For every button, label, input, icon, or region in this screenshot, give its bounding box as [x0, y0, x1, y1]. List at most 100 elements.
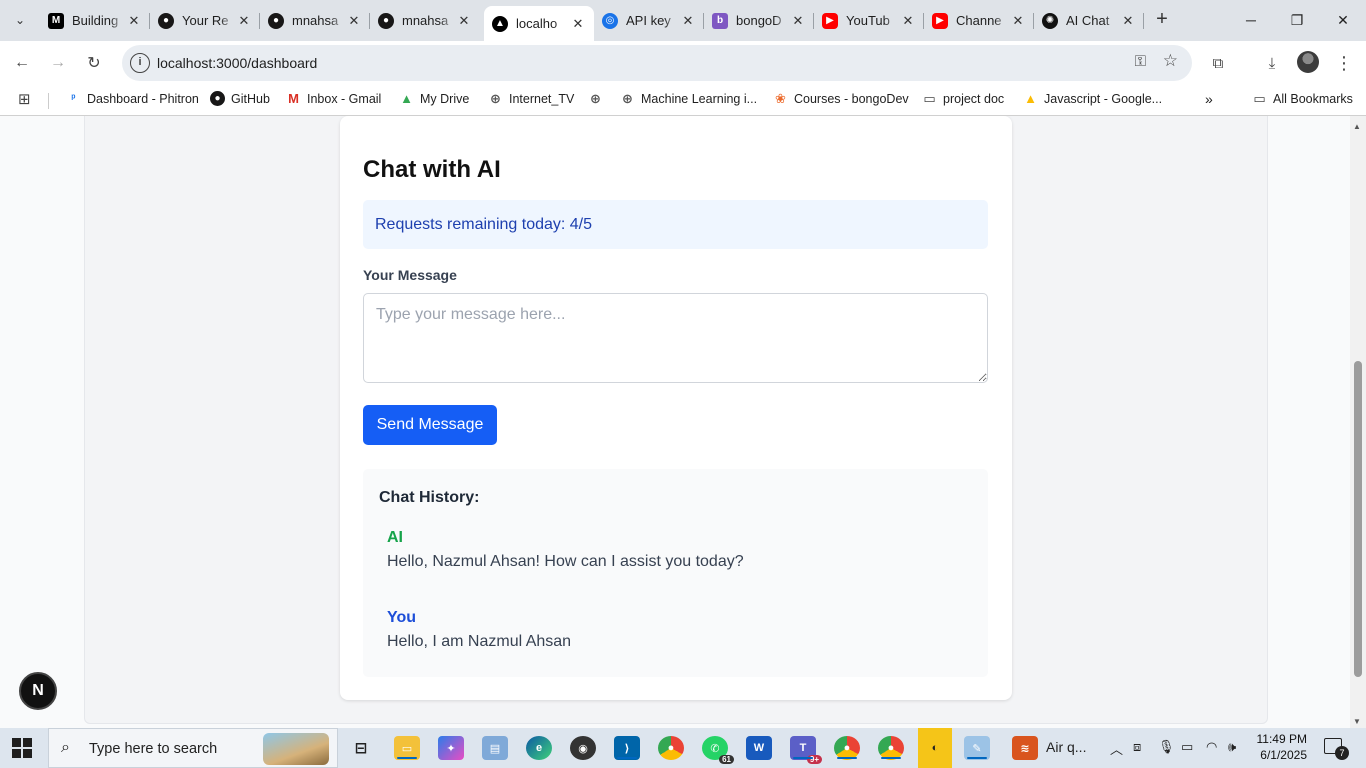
- gmail-icon: M: [288, 91, 299, 106]
- file-explorer-icon[interactable]: ▭: [394, 736, 420, 760]
- drive-icon: ▲: [1024, 91, 1037, 106]
- taskbar-clock[interactable]: 11:49 PM 6/1/2025: [1255, 731, 1307, 763]
- tab-title: YouTub: [846, 13, 890, 28]
- tab-mnahsan-2[interactable]: ● mnahsa ✕: [370, 6, 480, 35]
- tab-channel[interactable]: ▶ Channe ✕: [924, 6, 1034, 35]
- tray-chevron-up-icon[interactable]: ︿: [1110, 739, 1123, 758]
- minimize-icon[interactable]: ─: [1228, 0, 1274, 40]
- bookmark-machine-learning[interactable]: ⊕ Machine Learning i...: [620, 91, 757, 106]
- reload-icon[interactable]: ↻: [80, 49, 108, 77]
- chrome-icon[interactable]: ●: [658, 736, 684, 760]
- bookmark-label: Javascript - Google...: [1044, 91, 1163, 106]
- air-quality-icon[interactable]: ≋: [1012, 736, 1038, 760]
- close-icon[interactable]: ✕: [126, 13, 142, 29]
- bongodev-icon: ❀: [775, 90, 786, 106]
- tab-title: AI Chat: [1066, 13, 1110, 28]
- tab-ai-chat[interactable]: ✺ AI Chat ✕: [1034, 6, 1144, 35]
- battery-icon[interactable]: ▭: [1181, 739, 1193, 755]
- page-scrollbar[interactable]: ▲ ▼: [1350, 116, 1366, 728]
- pinned-app-active-icon[interactable]: ◐: [918, 728, 952, 768]
- close-icon[interactable]: ✕: [1010, 13, 1026, 29]
- scroll-down-arrow-icon[interactable]: ▼: [1353, 717, 1361, 726]
- youtube-icon: ▶: [932, 12, 948, 29]
- tab-search-chevron-icon[interactable]: ⌄: [6, 6, 34, 34]
- taskbar-search[interactable]: ⌕ Type here to search: [48, 728, 338, 768]
- close-icon[interactable]: ✕: [900, 13, 916, 29]
- profile-avatar[interactable]: [1297, 51, 1319, 73]
- menu-kebab-icon[interactable]: ⋮: [1330, 49, 1358, 77]
- app-icon[interactable]: ▤: [482, 736, 508, 760]
- bookmark-my-drive[interactable]: ▲ My Drive: [399, 91, 469, 106]
- folder-icon: ▭: [923, 90, 936, 106]
- wifi-icon[interactable]: ◠: [1206, 739, 1217, 755]
- bookmark-label: Internet_TV: [509, 91, 575, 106]
- word-icon[interactable]: W: [746, 736, 772, 760]
- copilot-icon[interactable]: ✦: [438, 736, 464, 760]
- bookmark-globe[interactable]: ⊕: [588, 91, 609, 106]
- message-input[interactable]: [363, 293, 988, 383]
- task-view-icon[interactable]: ⊟: [348, 736, 374, 760]
- nextjs-dev-badge[interactable]: N: [19, 672, 57, 710]
- apps-grid-icon[interactable]: ⊞: [18, 90, 31, 108]
- tab-api-key[interactable]: ◎ API key ✕: [594, 6, 704, 35]
- bookmark-javascript[interactable]: ▲ Javascript - Google...: [1023, 91, 1162, 106]
- address-url[interactable]: localhost:3000/dashboard: [157, 55, 317, 71]
- close-icon[interactable]: ✕: [1120, 13, 1136, 29]
- bongodev-icon: b: [712, 12, 728, 29]
- bookmark-bongodev[interactable]: ❀ Courses - bongoDev: [773, 91, 909, 106]
- close-icon[interactable]: ✕: [456, 13, 472, 29]
- github-icon: ●: [158, 12, 174, 29]
- medium-icon: M: [48, 12, 64, 29]
- extensions-puzzle-icon[interactable]: ⧉: [1204, 49, 1232, 77]
- forward-arrow-icon[interactable]: →: [44, 49, 72, 77]
- tab-title: mnahsa: [402, 13, 449, 28]
- chrome-profile-icon[interactable]: ●: [834, 736, 860, 760]
- paint-icon[interactable]: ✎: [964, 736, 990, 760]
- vscode-icon[interactable]: ⟩: [614, 736, 640, 760]
- teams-icon[interactable]: T 9+: [790, 736, 822, 764]
- tab-your-repo[interactable]: ● Your Re ✕: [150, 6, 260, 35]
- tab-localhost[interactable]: ▲ localho ✕: [484, 6, 594, 41]
- close-icon[interactable]: ✕: [570, 16, 586, 32]
- tab-bongodev[interactable]: b bongoD ✕: [704, 6, 814, 35]
- close-icon[interactable]: ✕: [680, 13, 696, 29]
- new-tab-plus-icon[interactable]: +: [1150, 8, 1174, 32]
- password-key-icon[interactable]: ⚿: [1135, 53, 1146, 70]
- bookmark-gmail[interactable]: M Inbox - Gmail: [286, 91, 381, 106]
- close-icon[interactable]: ✕: [236, 13, 252, 29]
- globe-icon: ⊕: [590, 90, 601, 106]
- bookmark-internet-tv[interactable]: ⊕ Internet_TV: [488, 91, 574, 106]
- air-quality-label[interactable]: Air q...: [1046, 739, 1086, 755]
- tab-youtube[interactable]: ▶ YouTub ✕: [814, 6, 924, 35]
- download-icon[interactable]: ⤓: [1258, 49, 1286, 77]
- scroll-up-arrow-icon[interactable]: ▲: [1353, 122, 1361, 131]
- site-info-icon[interactable]: i: [130, 53, 150, 73]
- page-viewport: Chat with AI Requests remaining today: 4…: [0, 116, 1350, 728]
- microphone-icon[interactable]: 🎙︎: [1158, 739, 1175, 755]
- search-icon: ⌕: [61, 739, 70, 756]
- address-bar[interactable]: i localhost:3000/dashboard ⚿ ☆: [122, 45, 1192, 81]
- scroll-thumb[interactable]: [1354, 361, 1362, 677]
- tab-mnahsan-1[interactable]: ● mnahsa ✕: [260, 6, 370, 35]
- back-arrow-icon[interactable]: ←: [8, 49, 36, 77]
- more-bookmarks-chevron-icon[interactable]: »: [1205, 91, 1213, 107]
- window-close-icon[interactable]: ✕: [1320, 0, 1366, 40]
- obs-icon[interactable]: ◉: [570, 736, 596, 760]
- chrome-active-icon[interactable]: ●: [878, 736, 904, 760]
- bookmark-project-doc[interactable]: ▭ project doc: [922, 91, 1004, 106]
- bookmark-phitron[interactable]: ᵖ Dashboard - Phitron: [66, 91, 199, 106]
- restore-icon[interactable]: ❐: [1274, 0, 1320, 40]
- message-label: Your Message: [363, 267, 457, 283]
- bookmark-github[interactable]: ● GitHub: [210, 91, 270, 106]
- meet-icon[interactable]: ⧈: [1133, 739, 1141, 755]
- all-bookmarks[interactable]: ▭ All Bookmarks: [1252, 91, 1353, 106]
- bookmark-star-icon[interactable]: ☆: [1163, 51, 1178, 71]
- close-icon[interactable]: ✕: [790, 13, 806, 29]
- windows-start-icon[interactable]: [12, 738, 32, 758]
- send-message-button[interactable]: Send Message: [363, 405, 497, 445]
- close-icon[interactable]: ✕: [346, 13, 362, 29]
- edge-icon[interactable]: e: [526, 736, 552, 760]
- volume-icon[interactable]: 🕪︎: [1228, 739, 1236, 755]
- tab-building[interactable]: M Building ✕: [40, 6, 150, 35]
- whatsapp-icon[interactable]: ✆ 61: [702, 736, 734, 764]
